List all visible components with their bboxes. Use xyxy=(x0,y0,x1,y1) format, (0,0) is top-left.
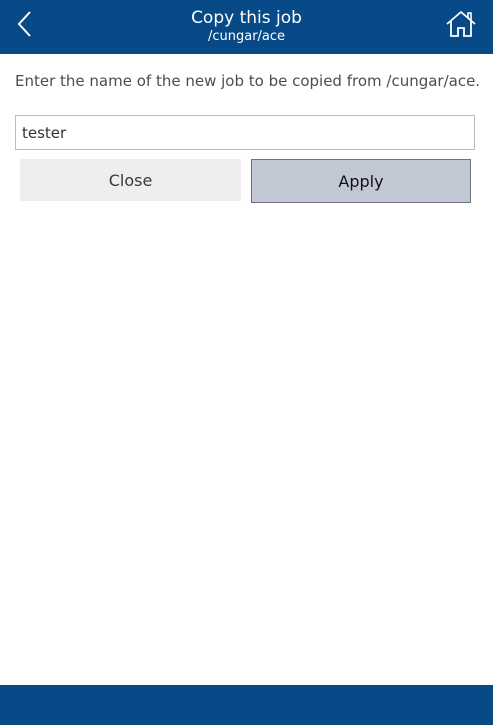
instruction-text: Enter the name of the new job to be copi… xyxy=(15,72,481,90)
footer-bar xyxy=(0,685,493,725)
apply-button[interactable]: Apply xyxy=(251,159,471,203)
header-bar: Copy this job /cungar/ace xyxy=(0,0,493,54)
job-name-input[interactable] xyxy=(15,115,475,150)
page-title: Copy this job xyxy=(191,8,302,28)
header-title-group: Copy this job /cungar/ace xyxy=(60,8,433,45)
chevron-left-icon xyxy=(17,11,31,37)
page-subtitle: /cungar/ace xyxy=(207,29,286,44)
close-button[interactable]: Close xyxy=(20,159,241,201)
home-button[interactable] xyxy=(441,4,481,44)
copy-job-screen: Copy this job /cungar/ace Enter the name… xyxy=(0,0,493,725)
home-icon xyxy=(446,10,476,37)
back-button[interactable] xyxy=(6,4,46,44)
